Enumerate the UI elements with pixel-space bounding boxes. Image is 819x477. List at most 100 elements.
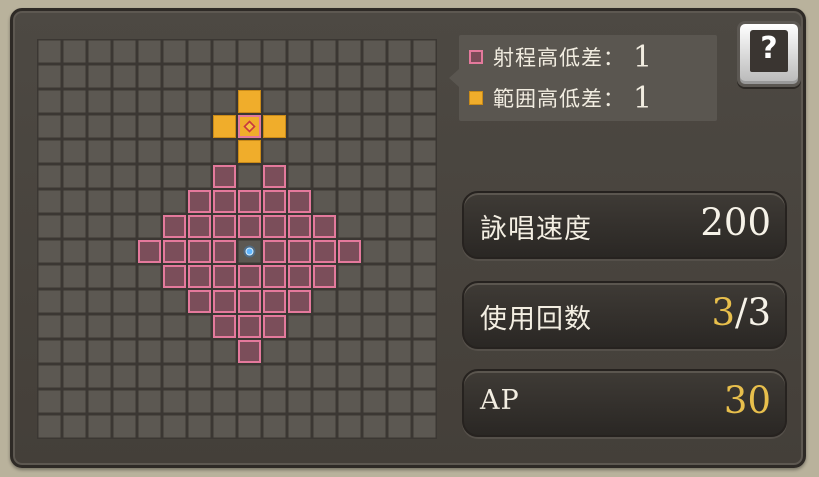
grid-cell: [88, 65, 111, 88]
grid-cell: [338, 65, 361, 88]
grid-cell: [163, 115, 186, 138]
grid-cell: [63, 340, 86, 363]
range-cell: [213, 165, 236, 188]
grid-cell: [188, 390, 211, 413]
grid-cell: [263, 365, 286, 388]
grid-cell: [113, 115, 136, 138]
range-cell: [238, 215, 261, 238]
uses-value: 3/3: [711, 291, 771, 334]
grid-cell: [88, 240, 111, 263]
grid-cell: [163, 140, 186, 163]
grid-cell: [113, 190, 136, 213]
grid-cell: [338, 165, 361, 188]
grid-cell: [38, 290, 61, 313]
range-cell: [263, 165, 286, 188]
grid-cell: [263, 90, 286, 113]
stat-ap: AP 30: [462, 369, 787, 437]
grid-cell: [363, 390, 386, 413]
grid-cell: [413, 115, 436, 138]
grid-cell: [338, 40, 361, 63]
grid-cell: [338, 415, 361, 438]
grid-cell: [38, 165, 61, 188]
range-cell: [288, 290, 311, 313]
range-cell: [288, 190, 311, 213]
range-cell: [163, 240, 186, 263]
aoe-cell: [263, 115, 286, 138]
grid-cell: [88, 190, 111, 213]
grid-cell: [288, 415, 311, 438]
grid-cell: [88, 215, 111, 238]
grid-cell: [138, 265, 161, 288]
grid-cell: [38, 240, 61, 263]
grid-cell: [213, 140, 236, 163]
grid-cell: [113, 240, 136, 263]
grid-cell: [213, 40, 236, 63]
grid-cell: [188, 40, 211, 63]
grid-cell: [288, 40, 311, 63]
help-book-icon: ?: [750, 30, 788, 72]
range-swatch-icon: [469, 50, 483, 64]
grid-cell: [38, 390, 61, 413]
grid-cell: [313, 415, 336, 438]
grid-cell: [88, 165, 111, 188]
grid-cell: [138, 65, 161, 88]
skill-info-panel: 射程高低差： 1 範囲高低差： 1 ? 詠唱速度 200 使用回数 3/3 AP…: [10, 8, 806, 468]
legend-range-row: 射程高低差： 1: [469, 39, 653, 75]
grid-cell: [313, 190, 336, 213]
range-cell: [213, 265, 236, 288]
grid-cell: [138, 165, 161, 188]
grid-cell: [163, 165, 186, 188]
range-cell: [288, 215, 311, 238]
grid-cell: [388, 90, 411, 113]
range-cell: [263, 215, 286, 238]
grid-cell: [288, 390, 311, 413]
grid-cell: [63, 40, 86, 63]
grid-cell: [238, 40, 261, 63]
grid-cell: [188, 315, 211, 338]
grid-cell: [38, 315, 61, 338]
grid-cell: [163, 340, 186, 363]
grid-cell: [113, 90, 136, 113]
grid-cell: [363, 65, 386, 88]
grid-cell: [188, 115, 211, 138]
grid-cell: [413, 390, 436, 413]
grid-cell: [313, 340, 336, 363]
grid-cell: [113, 265, 136, 288]
grid-cell: [63, 190, 86, 213]
grid-cell: [338, 140, 361, 163]
grid-cell: [138, 90, 161, 113]
grid-cell: [163, 90, 186, 113]
grid-cell: [163, 40, 186, 63]
grid-cell: [38, 215, 61, 238]
grid-cell: [188, 415, 211, 438]
grid-cell: [113, 415, 136, 438]
grid-cell: [163, 415, 186, 438]
aoe-swatch-icon: [469, 91, 483, 105]
grid-cell: [338, 265, 361, 288]
grid-cell: [63, 415, 86, 438]
help-button[interactable]: ?: [737, 21, 801, 87]
grid-cell: [363, 40, 386, 63]
grid-cell: [288, 140, 311, 163]
grid-cell: [413, 165, 436, 188]
grid-cell: [163, 390, 186, 413]
grid-cell: [88, 140, 111, 163]
range-cell: [213, 290, 236, 313]
range-cell: [263, 190, 286, 213]
grid-cell: [413, 190, 436, 213]
grid-cell: [388, 115, 411, 138]
grid-cell: [88, 40, 111, 63]
grid-cell: [188, 65, 211, 88]
legend-range-value: 1: [633, 39, 654, 75]
range-cell: [213, 190, 236, 213]
grid-cell: [388, 315, 411, 338]
grid-cell: [363, 240, 386, 263]
grid-cell: [63, 240, 86, 263]
range-cell: [188, 290, 211, 313]
grid-cell: [38, 115, 61, 138]
grid-cell: [113, 215, 136, 238]
grid-cell: [213, 390, 236, 413]
grid-cell: [88, 115, 111, 138]
grid-cell: [213, 340, 236, 363]
grid-cell: [188, 90, 211, 113]
